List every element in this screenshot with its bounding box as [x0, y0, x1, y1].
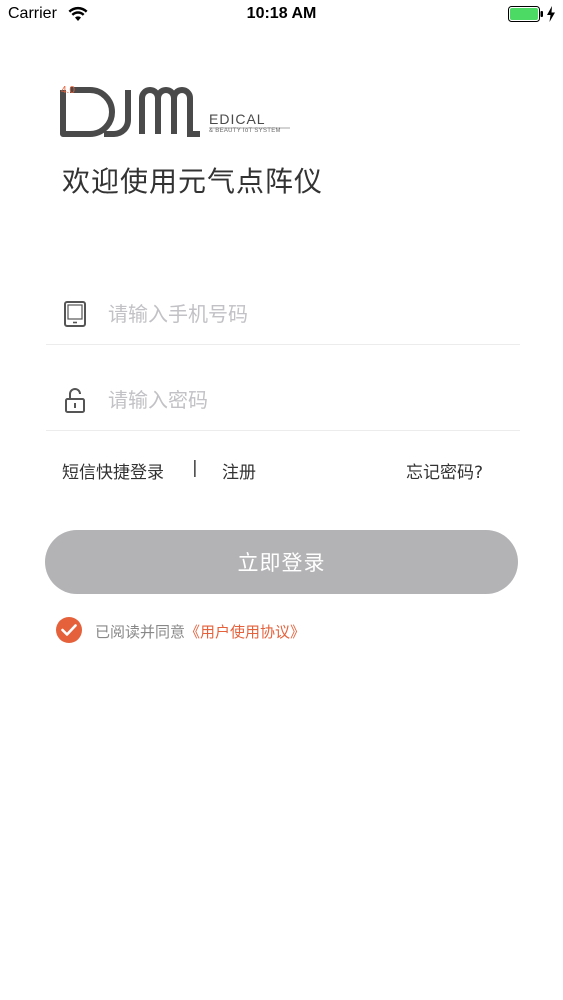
sms-login-link[interactable]: 短信快捷登录 — [62, 458, 164, 483]
clock: 10:18 AM — [246, 5, 317, 22]
password-input[interactable] — [108, 382, 498, 418]
password-field-row — [46, 370, 520, 431]
phone-input[interactable] — [108, 296, 498, 332]
status-bar: Carrier 10:18 AM — [0, 0, 563, 30]
lock-icon — [65, 388, 85, 413]
login-button[interactable]: 立即登录 — [45, 530, 518, 594]
link-divider: | — [192, 458, 198, 478]
register-link[interactable]: 注册 — [222, 458, 256, 483]
logo-subtitle: EDICAL — [209, 111, 266, 127]
agreement-checkbox[interactable] — [56, 617, 82, 643]
tablet-icon — [64, 301, 86, 327]
forgot-password-link[interactable]: 忘记密码? — [406, 458, 483, 483]
agreement-text: 已阅读并同意《用户使用协议》 — [95, 621, 305, 642]
agreement-prefix: 已阅读并同意 — [95, 623, 186, 641]
logo-badge: 4.0 — [61, 85, 75, 96]
charging-bolt-icon — [547, 6, 555, 22]
battery-icon — [508, 6, 543, 22]
user-agreement-link[interactable]: 《用户使用协议》 — [185, 623, 305, 641]
phone-field-row — [46, 284, 520, 345]
checkmark-icon — [61, 624, 77, 636]
logo-tagline: & BEAUTY IoT SYSTEM — [209, 128, 281, 134]
welcome-title: 欢迎使用元气点阵仪 — [62, 165, 324, 198]
